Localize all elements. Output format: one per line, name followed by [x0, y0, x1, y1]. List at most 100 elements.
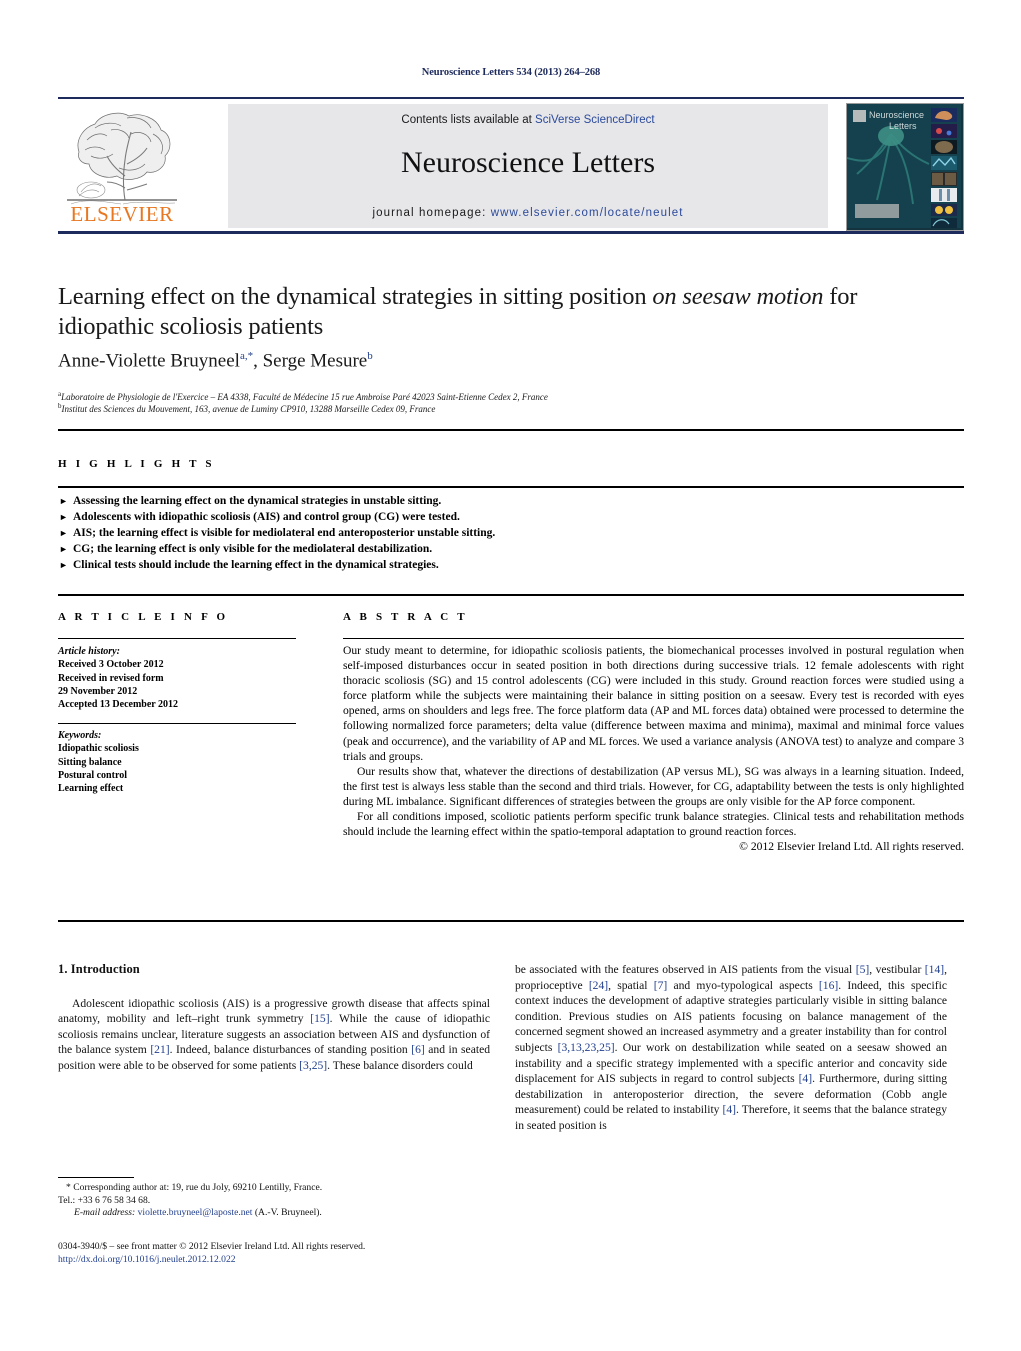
- journal-cover-thumbnail: Neuroscience Letters: [846, 103, 964, 231]
- homepage-link[interactable]: www.elsevier.com/locate/neulet: [491, 207, 684, 219]
- article-sheet: Neuroscience Letters 534 (2013) 264–268: [58, 0, 964, 1351]
- page-title: Learning effect on the dynamical strateg…: [58, 282, 953, 342]
- doi-link[interactable]: http://dx.doi.org/10.1016/j.neulet.2012.…: [58, 1254, 498, 1267]
- intro-seg: , vestibular: [869, 963, 925, 976]
- highlight-text: AIS; the learning effect is visible for …: [73, 527, 496, 539]
- history-line: Accepted 13 December 2012: [58, 699, 179, 711]
- history-line: Received in revised form: [58, 672, 164, 684]
- highlight-text: Adolescents with idiopathic scoliosis (A…: [73, 511, 460, 523]
- elsevier-wordmark: ELSEVIER: [70, 202, 174, 226]
- banner-top-rule: [58, 97, 964, 99]
- highlight-item: ► Adolescents with idiopathic scoliosis …: [58, 509, 818, 525]
- svg-text:Letters: Letters: [889, 121, 917, 131]
- history-line: 29 November 2012: [58, 685, 138, 697]
- telephone-line: Tel.: +33 6 76 58 34 68.: [58, 1194, 151, 1206]
- section-heading-introduction: 1. Introduction: [58, 962, 140, 976]
- article-info-rule: [58, 638, 296, 639]
- intro-seg: be associated with the features observed…: [515, 963, 856, 976]
- article-history-block: Article history: Received 3 October 2012…: [58, 645, 296, 711]
- intro-paragraph-left: Adolescent idiopathic scoliosis (AIS) is…: [58, 996, 490, 1074]
- citation-ref[interactable]: [16]: [819, 979, 838, 992]
- highlight-text: Clinical tests should include the learni…: [73, 559, 439, 571]
- article-info-heading: A R T I C L E I N F O: [58, 611, 229, 623]
- abstract-bottom-rule: [58, 920, 964, 922]
- abstract-paragraph: Our results show that, whatever the dire…: [343, 764, 964, 808]
- abstract-paragraph: Our study meant to determine, for idiopa…: [343, 644, 964, 763]
- highlights-rule: [58, 486, 964, 488]
- banner-center: Contents lists available at SciVerse Sci…: [228, 104, 828, 228]
- author-list: Anne-Violette Bruyneela,*, Serge Mesureb: [58, 350, 953, 372]
- contents-line: Contents lists available at SciVerse Sci…: [228, 114, 828, 126]
- homepage-line: journal homepage: www.elsevier.com/locat…: [228, 207, 828, 219]
- highlight-item: ► Assessing the learning effect on the d…: [58, 493, 818, 509]
- bullet-arrow-icon: ►: [59, 528, 68, 538]
- keyword-item: Learning effect: [58, 783, 124, 795]
- highlight-item: ► CG; the learning effect is only visibl…: [58, 541, 818, 557]
- email-line: E-mail address: violette.bruyneel@lapost…: [58, 1207, 498, 1220]
- bullet-arrow-icon: ►: [59, 560, 68, 570]
- keywords-label: Keywords:: [58, 730, 102, 741]
- keywords-rule: [58, 723, 296, 724]
- citation-ref[interactable]: [4]: [723, 1103, 737, 1116]
- citation-ref[interactable]: [5]: [856, 963, 870, 976]
- affiliation-b: bInstitut des Sciences du Mouvement, 163…: [58, 400, 953, 415]
- citation-ref[interactable]: [6]: [411, 1043, 425, 1056]
- highlight-item: ► Clinical tests should include the lear…: [58, 557, 818, 573]
- sciencedirect-link[interactable]: SciVerse ScienceDirect: [535, 114, 655, 126]
- body-column-right: be associated with the features observed…: [515, 962, 947, 1134]
- highlight-item: ► AIS; the learning effect is visible fo…: [58, 525, 818, 541]
- author-one-affil-marker: a,*: [239, 350, 254, 362]
- author-two-affil-marker: b: [367, 350, 373, 362]
- abstract-rule: [343, 638, 964, 639]
- intro-seg: . Indeed, balance disturbances of standi…: [169, 1043, 412, 1057]
- running-head: Neuroscience Letters 534 (2013) 264–268: [421, 67, 601, 78]
- intro-seg: and myo-typological aspects: [667, 978, 819, 992]
- elsevier-logo: ELSEVIER: [61, 104, 183, 228]
- citation-ref[interactable]: [3,13,23,25]: [558, 1041, 615, 1054]
- citation-ref[interactable]: [3,25]: [299, 1059, 327, 1072]
- email-link[interactable]: violette.bruyneel@laposte.net: [135, 1207, 253, 1218]
- author-one: Anne-Violette Bruyneel: [58, 350, 240, 372]
- banner-bottom-rule: [58, 231, 964, 234]
- citation-ref[interactable]: [24]: [589, 979, 608, 992]
- citation-ref[interactable]: [14]: [925, 963, 944, 976]
- highlight-text: CG; the learning effect is only visible …: [73, 543, 433, 555]
- info-top-rule: [58, 594, 964, 596]
- keyword-item: Sitting balance: [58, 756, 122, 768]
- contents-prefix: Contents lists available at: [401, 114, 536, 126]
- bullet-arrow-icon: ►: [59, 512, 68, 522]
- abstract-paragraph: For all conditions imposed, scoliotic pa…: [343, 810, 964, 839]
- citation-ref[interactable]: [4]: [799, 1072, 813, 1085]
- keywords-block: Keywords: Idiopathic scoliosis Sitting b…: [58, 729, 296, 795]
- corresponding-author-line: * Corresponding author at: 19, rue du Jo…: [58, 1182, 498, 1195]
- page-root: Neuroscience Letters 534 (2013) 264–268: [0, 0, 1021, 1351]
- abstract-copyright: © 2012 Elsevier Ireland Ltd. All rights …: [739, 840, 964, 854]
- issn-block: 0304-3940/$ – see front matter © 2012 El…: [58, 1241, 498, 1266]
- title-italic-part: on seesaw motion: [652, 283, 824, 310]
- keyword-item: Postural control: [58, 769, 127, 781]
- intro-seg: , spatial: [608, 978, 654, 992]
- bullet-arrow-icon: ►: [59, 544, 68, 554]
- intro-paragraph-right: be associated with the features observed…: [515, 962, 947, 1134]
- highlights-list: ► Assessing the learning effect on the d…: [58, 493, 818, 573]
- cover-art-icon: Neuroscience Letters: [847, 104, 961, 228]
- journal-title: Neuroscience Letters: [400, 146, 656, 179]
- history-line: Received 3 October 2012: [58, 659, 164, 671]
- email-suffix: (A.-V. Bruyneel).: [252, 1207, 322, 1219]
- footnote-block: * Corresponding author at: 19, rue du Jo…: [58, 1182, 498, 1220]
- journal-banner: ELSEVIER Contents lists available at Sci…: [58, 102, 964, 231]
- elsevier-tree-icon: [67, 112, 177, 205]
- intro-seg: . These balance disorders could: [327, 1058, 473, 1072]
- bullet-arrow-icon: ►: [59, 496, 68, 506]
- citation-ref[interactable]: [21]: [150, 1043, 169, 1056]
- keyword-item: Idiopathic scoliosis: [58, 743, 139, 755]
- title-bottom-rule: [58, 429, 964, 431]
- affiliation-b-text: Institut des Sciences du Mouvement, 163,…: [61, 404, 436, 414]
- author-two: , Serge Mesure: [253, 350, 368, 372]
- email-label: E-mail address:: [74, 1207, 136, 1219]
- citation-ref[interactable]: [15]: [310, 1012, 329, 1025]
- highlight-text: Assessing the learning effect on the dyn…: [73, 495, 442, 507]
- citation-ref[interactable]: [7]: [654, 979, 668, 992]
- article-history-label: Article history:: [58, 646, 120, 657]
- abstract-body: Our study meant to determine, for idiopa…: [343, 643, 964, 854]
